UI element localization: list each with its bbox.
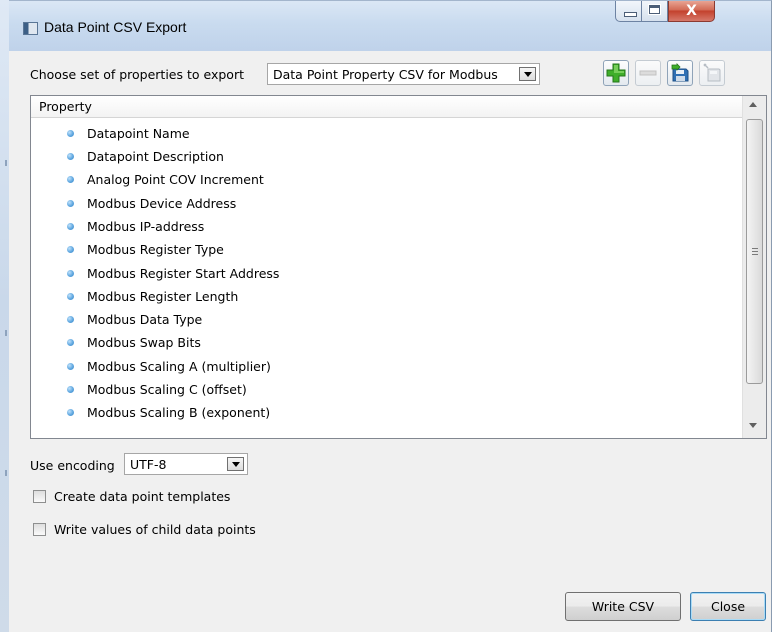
save-icon	[671, 63, 689, 82]
list-item-label: Modbus Register Start Address	[87, 266, 280, 281]
bullet-icon	[67, 246, 74, 253]
list-item[interactable]: Modbus Data Type	[31, 308, 742, 331]
list-item-label: Modbus Swap Bits	[87, 335, 201, 350]
property-header-label: Property	[39, 99, 92, 114]
chevron-down-icon[interactable]	[519, 67, 536, 81]
close-icon: X	[686, 3, 697, 19]
title-bar[interactable]: Data Point CSV Export X	[9, 1, 771, 51]
window-title: Data Point CSV Export	[44, 19, 187, 35]
bullet-icon	[67, 386, 74, 393]
list-item-label: Analog Point COV Increment	[87, 172, 264, 187]
list-item-label: Modbus Device Address	[87, 196, 237, 211]
list-item-label: Datapoint Description	[87, 149, 224, 164]
list-item-label: Modbus Scaling B (exponent)	[87, 405, 271, 420]
encoding-value: UTF-8	[130, 457, 167, 472]
rename-set-button[interactable]	[699, 60, 725, 86]
list-item-label: Modbus Scaling C (offset)	[87, 382, 247, 397]
scroll-up-icon[interactable]	[749, 102, 757, 107]
background-window-edge	[0, 0, 9, 632]
property-set-dropdown[interactable]: Data Point Property CSV for Modbus	[267, 63, 540, 85]
list-item-label: Modbus Data Type	[87, 312, 203, 327]
list-item[interactable]: Modbus Scaling A (multiplier)	[31, 355, 742, 378]
minimize-button[interactable]	[615, 1, 642, 22]
list-item-label: Modbus IP-address	[87, 219, 205, 234]
bullet-icon	[67, 363, 74, 370]
remove-icon	[639, 70, 657, 76]
create-templates-checkbox[interactable]	[33, 490, 46, 503]
scroll-down-icon[interactable]	[749, 423, 757, 428]
create-templates-label[interactable]: Create data point templates	[54, 489, 230, 504]
list-item-label: Modbus Scaling A (multiplier)	[87, 359, 271, 374]
rename-icon	[703, 63, 721, 82]
encoding-label: Use encoding	[30, 458, 115, 473]
bullet-icon	[67, 339, 74, 346]
list-item[interactable]: Modbus Register Type	[31, 238, 742, 261]
list-item[interactable]: Modbus IP-address	[31, 215, 742, 238]
export-dialog: Data Point CSV Export X Choose set of pr…	[9, 0, 772, 632]
list-item-label: Modbus Register Length	[87, 289, 239, 304]
write-child-values-checkbox[interactable]	[33, 523, 46, 536]
add-icon	[606, 63, 626, 83]
bullet-icon	[67, 293, 74, 300]
list-item[interactable]: Modbus Scaling B (exponent)	[31, 401, 742, 424]
property-column-header[interactable]: Property	[31, 96, 742, 118]
app-icon	[23, 22, 38, 35]
scroll-thumb[interactable]	[746, 119, 763, 384]
add-set-button[interactable]	[603, 60, 629, 86]
save-set-button[interactable]	[667, 60, 693, 86]
list-item[interactable]: Modbus Scaling C (offset)	[31, 378, 742, 401]
encoding-dropdown[interactable]: UTF-8	[124, 453, 248, 475]
list-item[interactable]: Modbus Register Start Address	[31, 262, 742, 285]
property-set-value: Data Point Property CSV for Modbus	[273, 67, 498, 82]
minimize-icon	[624, 12, 637, 17]
bullet-icon	[67, 130, 74, 137]
property-list[interactable]: Property Datapoint Name Datapoint Descri…	[30, 95, 767, 439]
list-item-label: Modbus Register Type	[87, 242, 224, 257]
bullet-icon	[67, 316, 74, 323]
grip-icon	[752, 248, 758, 255]
list-item[interactable]: Datapoint Description	[31, 145, 742, 168]
bullet-icon	[67, 200, 74, 207]
bullet-icon	[67, 176, 74, 183]
list-item-label: Datapoint Name	[87, 126, 190, 141]
vertical-scrollbar[interactable]	[742, 96, 766, 438]
maximize-icon	[648, 4, 661, 15]
write-csv-button[interactable]: Write CSV	[565, 592, 681, 621]
bullet-icon	[67, 223, 74, 230]
close-button[interactable]: Close	[690, 592, 766, 621]
bullet-icon	[67, 270, 74, 277]
remove-set-button[interactable]	[635, 60, 661, 86]
choose-set-label: Choose set of properties to export	[30, 67, 244, 82]
list-item[interactable]: Analog Point COV Increment	[31, 168, 742, 191]
list-item[interactable]: Modbus Device Address	[31, 192, 742, 215]
close-window-button[interactable]: X	[668, 1, 715, 22]
bullet-icon	[67, 153, 74, 160]
bullet-icon	[67, 409, 74, 416]
list-item[interactable]: Modbus Register Length	[31, 285, 742, 308]
list-item[interactable]: Datapoint Name	[31, 122, 742, 145]
maximize-button[interactable]	[642, 1, 668, 22]
write-child-values-label[interactable]: Write values of child data points	[54, 522, 256, 537]
list-item[interactable]: Modbus Swap Bits	[31, 331, 742, 354]
chevron-down-icon[interactable]	[227, 457, 244, 471]
